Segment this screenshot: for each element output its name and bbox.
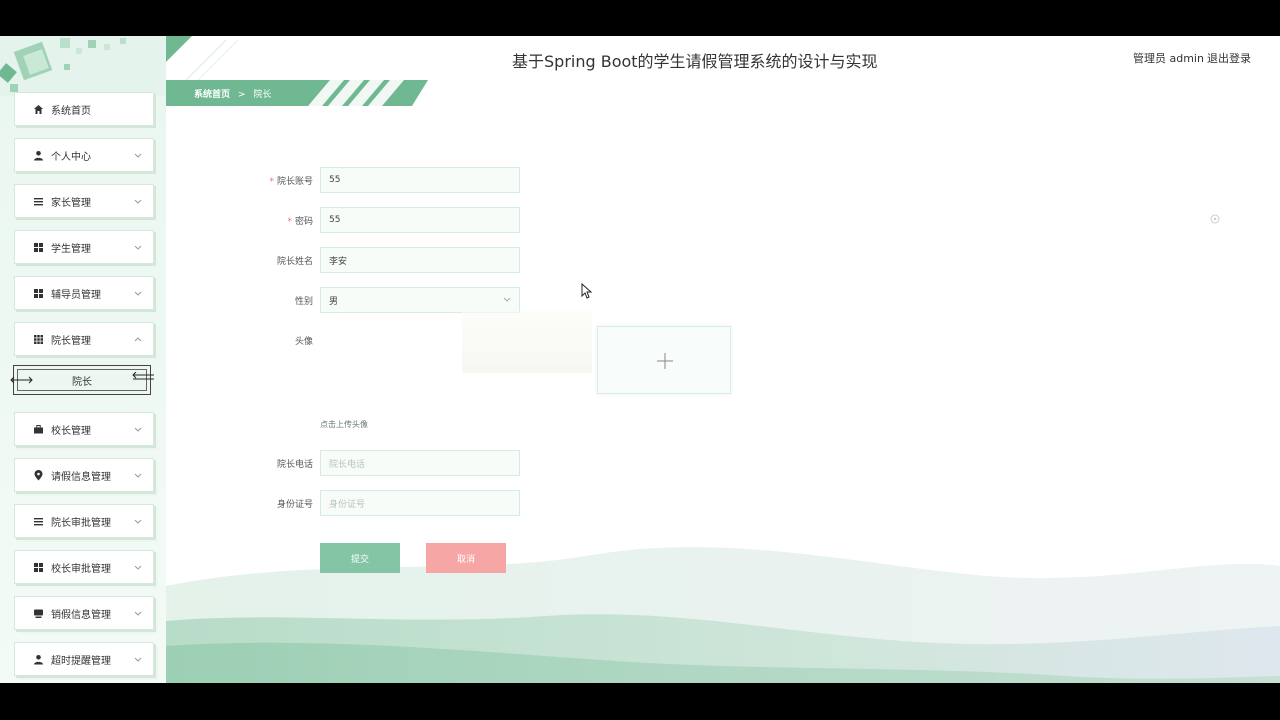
grid-icon bbox=[31, 240, 45, 254]
chevron-down-icon bbox=[134, 611, 142, 616]
current-user-label: 管理员 admin bbox=[1133, 52, 1204, 65]
sidebar-item[interactable]: 家长管理 bbox=[14, 184, 154, 218]
page-header-title: 基于Spring Boot的学生请假管理系统的设计与实现 bbox=[512, 52, 878, 71]
required-marker: * bbox=[269, 177, 274, 187]
submenu-item-dean[interactable]: 院长 bbox=[10, 365, 154, 395]
apps-icon bbox=[31, 332, 45, 346]
submit-button[interactable]: 提交 bbox=[320, 543, 400, 573]
chevron-down-icon bbox=[134, 565, 142, 570]
gender-select-value: 男 bbox=[329, 296, 339, 307]
cancel-button[interactable]: 取消 bbox=[426, 543, 506, 573]
home-icon bbox=[31, 102, 45, 116]
sidebar-item-label: 销假信息管理 bbox=[51, 609, 111, 621]
sidebar-decoration bbox=[0, 36, 166, 96]
sidebar-item-label: 校长管理 bbox=[51, 425, 91, 437]
briefcase-icon bbox=[31, 422, 45, 436]
resize-arrows-icon bbox=[10, 376, 33, 384]
mouse-cursor-icon bbox=[581, 283, 593, 299]
app-window: 系统首页个人中心家长管理学生管理辅导员管理院长管理校长管理请假信息管理 院长审批管… bbox=[0, 36, 1280, 683]
sidebar-item-label: 校长审批管理 bbox=[51, 563, 111, 575]
sidebar-item-label: 院长审批管理 bbox=[51, 517, 111, 529]
sidebar-item[interactable]: 校长管理 bbox=[14, 412, 154, 446]
header-decoration bbox=[166, 36, 239, 80]
sidebar-item-label: 学生管理 bbox=[51, 243, 91, 255]
list-icon bbox=[31, 514, 45, 528]
grid-icon bbox=[31, 560, 45, 574]
id-card-label: 身份证号 bbox=[276, 500, 313, 510]
ghost-overlay bbox=[462, 311, 592, 373]
phone-input[interactable]: 院长电话 bbox=[320, 450, 520, 476]
list-icon bbox=[31, 194, 45, 208]
sidebar-item-label: 辅导员管理 bbox=[51, 289, 101, 301]
location-icon bbox=[31, 468, 45, 482]
breadcrumb-separator: > bbox=[237, 90, 246, 100]
phone-label: 院长电话 bbox=[276, 460, 313, 470]
chevron-down-icon bbox=[134, 657, 142, 662]
sidebar-item[interactable]: 辅导员管理 bbox=[14, 276, 154, 310]
breadcrumb-home[interactable]: 系统首页 bbox=[194, 90, 230, 100]
sidebar-item[interactable]: 院长审批管理 bbox=[14, 504, 154, 538]
avatar-upload-box[interactable] bbox=[597, 326, 731, 394]
sidebar-item[interactable]: 请假信息管理 bbox=[14, 458, 154, 492]
sidebar-item[interactable]: 院长管理 bbox=[14, 322, 154, 356]
user-icon bbox=[31, 652, 45, 666]
account-label: * 院长账号 bbox=[269, 177, 313, 187]
sidebar-item-label: 请假信息管理 bbox=[51, 471, 111, 483]
sidebar-item[interactable]: 销假信息管理 bbox=[14, 596, 154, 630]
breadcrumb: 系统首页 > 院长 bbox=[194, 87, 271, 100]
chevron-down-icon bbox=[134, 427, 142, 432]
password-label: * 密码 bbox=[287, 217, 313, 227]
gender-select[interactable]: 男 bbox=[320, 287, 520, 313]
avatar-label: 头像 bbox=[294, 337, 313, 347]
sidebar-item-label: 系统首页 bbox=[51, 105, 91, 117]
resize-arrows-icon bbox=[132, 372, 154, 380]
monitor-icon bbox=[31, 606, 45, 620]
user-icon bbox=[31, 148, 45, 162]
sidebar-item-label: 家长管理 bbox=[51, 197, 91, 209]
sidebar-item-label: 院长管理 bbox=[51, 335, 91, 347]
circle-icon bbox=[1210, 214, 1220, 224]
sidebar-item[interactable]: 系统首页 bbox=[14, 92, 154, 126]
gender-label: 性别 bbox=[294, 297, 313, 307]
chevron-down-icon bbox=[134, 291, 142, 296]
submenu-item-label: 院长 bbox=[72, 376, 92, 388]
breadcrumb-current: 院长 bbox=[253, 90, 272, 100]
sidebar-item[interactable]: 个人中心 bbox=[14, 138, 154, 172]
name-label: 院长姓名 bbox=[276, 257, 313, 267]
sidebar-item[interactable]: 超时提醒管理 bbox=[14, 642, 154, 676]
sidebar-item-label: 超时提醒管理 bbox=[51, 655, 111, 667]
password-input[interactable]: 55 bbox=[320, 207, 520, 233]
id-card-input[interactable]: 身份证号 bbox=[320, 490, 520, 516]
sidebar-item[interactable]: 校长审批管理 bbox=[14, 550, 154, 584]
logout-link[interactable]: 退出登录 bbox=[1207, 50, 1251, 66]
grid-icon bbox=[31, 286, 45, 300]
chevron-down-icon bbox=[134, 153, 142, 158]
chevron-down-icon bbox=[134, 473, 142, 478]
sidebar: 系统首页个人中心家长管理学生管理辅导员管理院长管理校长管理请假信息管理 院长审批管… bbox=[0, 36, 166, 683]
chevron-down-icon bbox=[134, 245, 142, 250]
account-input[interactable]: 55 bbox=[320, 167, 520, 193]
chevron-down-icon bbox=[134, 519, 142, 524]
name-input[interactable]: 李安 bbox=[320, 247, 520, 273]
chevron-down-icon bbox=[503, 297, 511, 302]
chevron-down-icon bbox=[134, 199, 142, 204]
sidebar-item-label: 个人中心 bbox=[51, 151, 91, 163]
avatar-upload-hint[interactable]: 点击上传头像 bbox=[320, 419, 368, 430]
chevron-up-icon bbox=[134, 337, 142, 342]
sidebar-item[interactable]: 学生管理 bbox=[14, 230, 154, 264]
required-marker: * bbox=[287, 217, 292, 227]
plus-icon bbox=[657, 353, 673, 369]
